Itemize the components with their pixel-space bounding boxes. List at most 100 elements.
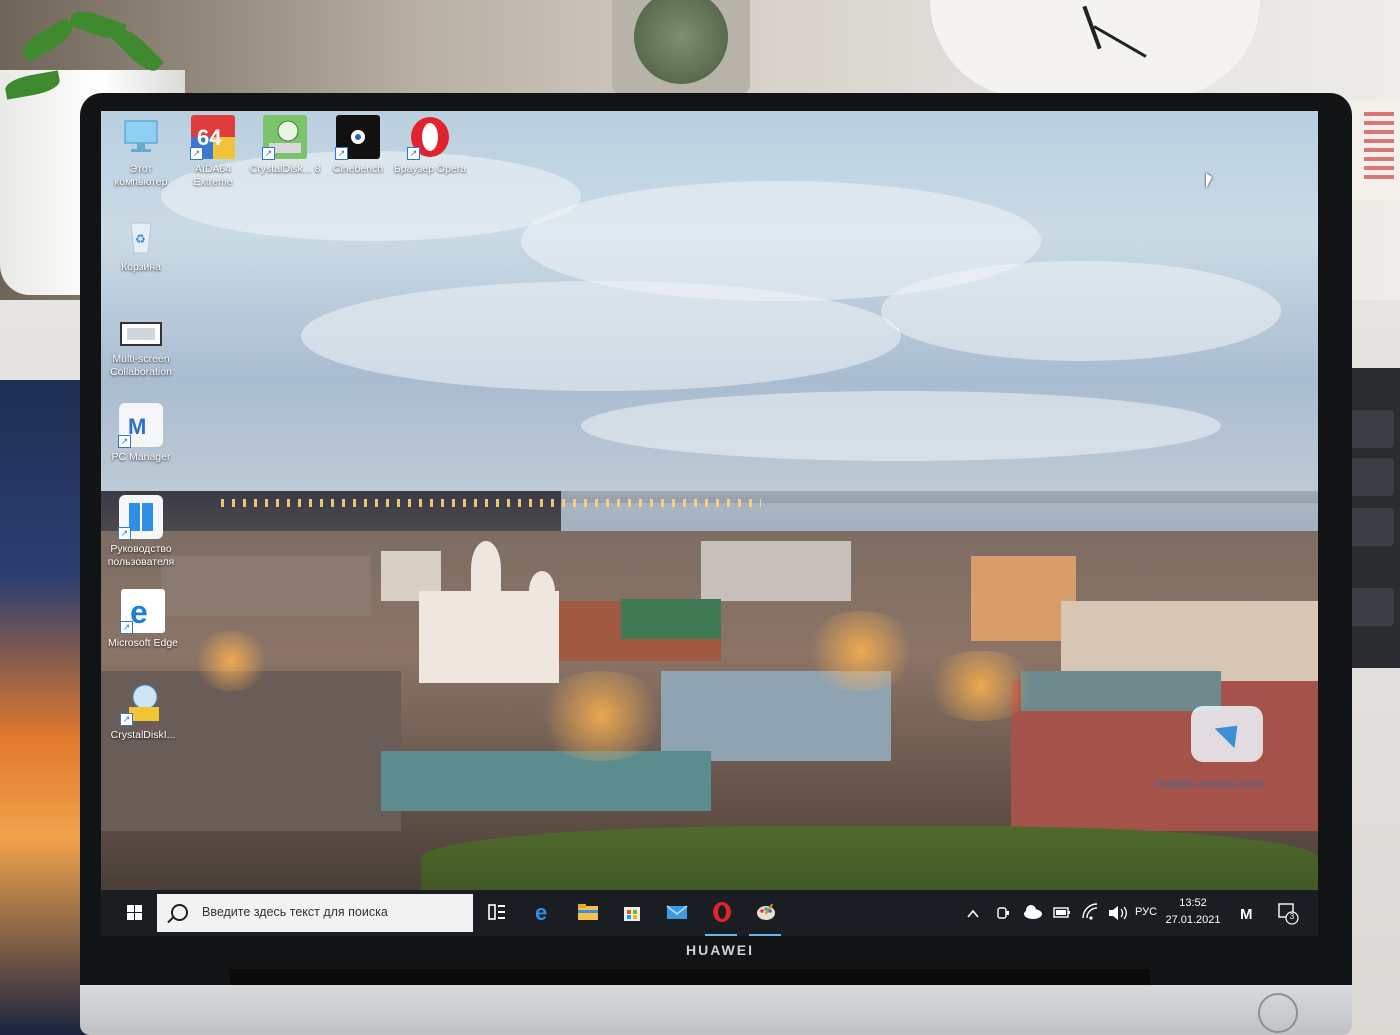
wallpaper-building <box>161 556 371 616</box>
recycle-bin-icon: ♻ <box>119 213 163 257</box>
tray-onedrive[interactable] <box>1021 890 1045 936</box>
wall-clock <box>930 0 1260 98</box>
notification-count: 3 <box>1289 912 1295 921</box>
watermark-text: mobile-review.com <box>1156 776 1264 791</box>
start-button[interactable] <box>113 890 159 936</box>
box-print <box>1364 112 1394 182</box>
laptop-base <box>80 985 1352 1035</box>
active-indicator <box>749 934 781 936</box>
wallpaper-building <box>621 599 721 639</box>
cinebench-icon: ↗ <box>335 115 380 160</box>
desktop-icon-label: CrystalDisk... 8 <box>249 163 321 175</box>
battery-icon <box>1053 907 1070 918</box>
desktop-icon-label: AIDA64 Extreme <box>193 163 233 188</box>
taskbar: Введите здесь текст для поиска e РУС 13:… <box>101 890 1318 936</box>
desktop-icon-label: Cinebench <box>332 163 384 175</box>
cloud-icon <box>1024 905 1042 919</box>
this-pc-icon <box>119 115 163 159</box>
power-button[interactable] <box>1258 993 1298 1033</box>
desktop-icon-label: Браузер Opera <box>393 163 467 175</box>
svg-text:e: e <box>535 901 547 923</box>
opera-icon: ↗ <box>407 115 452 160</box>
desktop-icon-this-pc[interactable]: Этот компьютер <box>103 115 179 189</box>
crystaldiskinfo-icon: ↗ <box>120 681 165 726</box>
folder-icon <box>578 904 598 920</box>
mail-icon <box>666 905 688 919</box>
tray-meet-now[interactable] <box>993 890 1013 936</box>
laptop-brand: HUAWEI <box>686 942 754 958</box>
mouse-cursor-icon <box>1206 173 1212 189</box>
tray-pc-manager[interactable]: M <box>1235 890 1261 936</box>
pc-manager-icon: M ↗ <box>118 403 163 448</box>
aida64-icon: 64 ↗ <box>190 115 235 160</box>
desk-device <box>612 0 750 95</box>
tray-battery[interactable] <box>1051 890 1073 936</box>
tray-clock[interactable]: 13:52 27.01.2021 <box>1153 895 1233 929</box>
wallpaper-church-dome <box>471 541 501 596</box>
taskbar-opera[interactable] <box>699 890 743 936</box>
wallpaper-cloud <box>301 281 901 391</box>
desktop-icon-crystaldiskmark[interactable]: ↗ CrystalDisk... 8 <box>247 115 323 176</box>
edge-icon: e ↗ <box>120 589 165 634</box>
desktop-icon-crystaldiskinfo[interactable]: ↗ CrystalDiskI... <box>105 681 181 742</box>
desktop-icon-edge[interactable]: e ↗ Microsoft Edge <box>105 589 181 650</box>
multiscreen-icon <box>119 319 163 349</box>
desktop-screen: mobile-review.com Этот компьютер 64 ↗ AI… <box>101 111 1318 936</box>
desktop-icon-label: Корзина <box>121 261 161 273</box>
paint-icon <box>757 903 775 920</box>
desktop-icon-opera[interactable]: ↗ Браузер Opera <box>392 115 468 176</box>
wallpaper-light-glow <box>801 611 921 691</box>
desktop-icon-label: Microsoft Edge <box>107 637 179 649</box>
wallpaper-light-glow <box>531 671 671 761</box>
desktop-icon-recycle-bin[interactable]: ♻ Корзина <box>103 213 179 274</box>
tray-time: 13:52 <box>1179 897 1207 909</box>
volume-icon <box>1109 906 1127 920</box>
desktop-icon-multiscreen[interactable]: Multi-screen Collaboration <box>103 319 179 379</box>
taskbar-paint[interactable] <box>743 890 787 936</box>
taskbar-file-explorer[interactable] <box>565 890 609 936</box>
desktop-icon-pc-manager[interactable]: M ↗ PC Manager <box>103 403 179 464</box>
wallpaper-church-dome <box>529 571 555 611</box>
pc-manager-icon: M <box>1240 906 1253 923</box>
taskbar-search-box[interactable]: Введите здесь текст для поиска <box>157 894 473 932</box>
desktop-icon-label: PC Manager <box>111 451 171 463</box>
wallpaper-cloud <box>581 391 1221 461</box>
task-view-icon <box>488 904 505 920</box>
tray-date: 27.01.2021 <box>1165 914 1221 926</box>
tray-wifi[interactable] <box>1079 890 1101 936</box>
wallpaper-light-glow <box>921 651 1041 721</box>
tray-action-center[interactable]: 3 <box>1275 890 1303 936</box>
wifi-icon <box>1082 903 1098 920</box>
chevron-up-icon <box>967 909 979 918</box>
desktop-icon-user-guide[interactable]: ↗ Руководство пользователя <box>103 495 179 569</box>
search-icon <box>171 904 188 921</box>
meet-now-icon <box>997 907 1009 919</box>
taskbar-store[interactable] <box>609 890 653 936</box>
svg-text:♻: ♻ <box>135 232 146 246</box>
windows-logo-icon <box>127 905 134 912</box>
wallpaper-cloud <box>881 261 1281 361</box>
opera-icon <box>713 902 731 922</box>
desktop-icon-label: Руководство пользователя <box>107 543 175 568</box>
tray-volume[interactable] <box>1105 890 1129 936</box>
active-indicator <box>705 934 737 936</box>
wallpaper-roof <box>1021 671 1221 711</box>
crystaldiskmark-icon: ↗ <box>262 115 307 160</box>
taskbar-mail[interactable] <box>654 890 698 936</box>
wallpaper-roof <box>381 751 711 811</box>
svg-text:M: M <box>1240 906 1253 923</box>
taskbar-edge[interactable]: e <box>520 890 564 936</box>
desktop-icon-label: CrystalDiskI... <box>110 729 176 741</box>
wallpaper-building <box>701 541 851 601</box>
desktop-icon-aida64[interactable]: 64 ↗ AIDA64 Extreme <box>175 115 251 189</box>
laptop-hinge <box>230 969 1150 985</box>
store-icon <box>624 907 640 921</box>
wallpaper-light-glow <box>191 631 271 691</box>
desktop-icon-label: Этот компьютер <box>114 163 168 188</box>
taskbar-task-view[interactable] <box>474 890 518 936</box>
edge-icon: e <box>535 901 547 923</box>
desktop-icon-cinebench[interactable]: ↗ Cinebench <box>320 115 396 176</box>
user-guide-icon: ↗ <box>118 495 163 540</box>
search-placeholder: Введите здесь текст для поиска <box>202 905 388 919</box>
tray-overflow-button[interactable] <box>963 890 983 936</box>
